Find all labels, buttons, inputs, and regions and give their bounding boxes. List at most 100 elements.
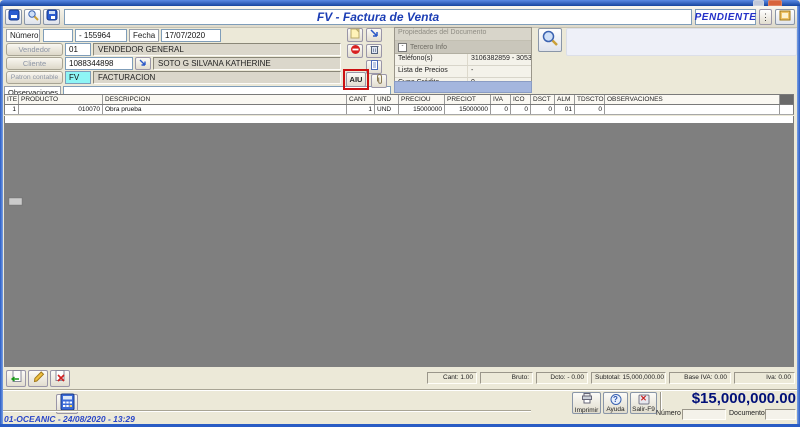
property-row: Teléfono(s) 3106382859 - 3053659770 — [395, 54, 531, 66]
edit-item-button[interactable] — [28, 370, 48, 387]
items-table-header: ITE PRODUCTO DESCRIPCION CANT UND PRECIO… — [4, 94, 794, 105]
salir-button[interactable]: ✕ Salir-F9 — [630, 392, 657, 414]
aiu-button[interactable]: AIU — [346, 72, 366, 87]
cell-und: UND — [375, 105, 399, 114]
imprimir-button[interactable]: Imprimir — [572, 392, 601, 414]
empty-table-row — [4, 116, 794, 123]
footer-numero-field[interactable] — [682, 409, 726, 420]
cell-cant: 1 — [347, 105, 375, 114]
import-page-icon — [9, 369, 23, 388]
cliente-lookup-button[interactable] — [135, 57, 151, 70]
col-descripcion: DESCRIPCION — [103, 95, 347, 104]
more-options-button[interactable]: ⋮ — [759, 9, 772, 25]
cliente-button[interactable]: Cliente — [6, 57, 63, 70]
numero-label: Número — [6, 29, 40, 42]
cell-preciou: 15000000 — [399, 105, 445, 114]
save-button[interactable] — [43, 9, 60, 25]
tercero-info-label: Tercero Info — [410, 44, 447, 51]
info-panel — [566, 28, 797, 56]
picture-icon — [779, 8, 791, 26]
arrow-down-right-icon — [138, 55, 148, 73]
footer-documento-field[interactable] — [765, 409, 796, 420]
note-button[interactable] — [347, 28, 363, 42]
cliente-name-field: SOTO G SILVANA KATHERINE — [153, 57, 341, 70]
delete-item-button[interactable] — [50, 370, 70, 387]
vendedor-name-field: VENDEDOR GENERAL — [93, 43, 341, 56]
cell-dsct: 0 — [531, 105, 555, 114]
page-title: FV - Factura de Venta — [317, 10, 439, 24]
property-row: Lista de Precios - — [395, 66, 531, 78]
cell-iva: 0 — [491, 105, 511, 114]
insert-item-button[interactable] — [6, 370, 26, 387]
telefono-label: Teléfono(s) — [395, 54, 468, 65]
vendedor-button[interactable]: Vendedor — [6, 43, 63, 56]
ayuda-label: Ayuda — [606, 406, 624, 413]
delete-row-button[interactable] — [366, 44, 382, 58]
col-ico: ICO — [511, 95, 531, 104]
footer-documento-label: Documento — [729, 410, 765, 417]
col-observaciones: OBSERVACIONES — [605, 95, 780, 104]
col-cant: CANT — [347, 95, 375, 104]
printer-icon — [580, 393, 594, 406]
save-icon — [46, 8, 58, 26]
exit-icon: ✕ — [638, 394, 650, 405]
total-cant: Cant: 1.00 — [427, 372, 477, 384]
document-search-button[interactable] — [538, 28, 562, 52]
col-preciot: PRECIOT — [445, 95, 491, 104]
document-title-bar: FV - Factura de Venta — [64, 9, 692, 25]
col-ite: ITE — [5, 95, 19, 104]
screen-artifact — [8, 197, 23, 206]
total-base-iva: Base IVA: 0.00 — [669, 372, 731, 384]
salir-label: Salir-F9 — [632, 406, 655, 413]
corner-tool-button[interactable] — [775, 9, 795, 25]
properties-header: Propiedades del Documento — [395, 28, 531, 41]
patron-code-input[interactable]: FV — [65, 71, 91, 84]
total-subtotal: Subtotal: 15,000,000.00 — [591, 372, 666, 384]
numero-prefix-input[interactable] — [43, 29, 73, 42]
import-row-button[interactable] — [366, 28, 382, 42]
grand-total: $15,000,000.00 — [660, 390, 796, 407]
pencil-icon — [32, 370, 45, 388]
cell-ico: 0 — [511, 105, 531, 114]
numero-input[interactable]: - 155964 — [75, 29, 127, 42]
vendedor-code-input[interactable]: 01 — [65, 43, 91, 56]
imprimir-label: Imprimir — [575, 407, 598, 414]
attach-button[interactable] — [371, 74, 387, 88]
search-button[interactable] — [24, 9, 41, 25]
table-row[interactable]: 1 010070 Obra prueba 1 UND 15000000 1500… — [4, 105, 794, 115]
properties-footer-strip — [394, 81, 532, 93]
patron-contable-button[interactable]: Patron contable — [6, 71, 63, 84]
lista-precios-label: Lista de Precios — [395, 66, 468, 77]
block-button[interactable] — [347, 44, 363, 58]
magnifier-icon — [541, 29, 559, 52]
new-document-icon — [8, 8, 20, 26]
collapse-icon[interactable]: - — [398, 43, 407, 52]
lista-precios-value: - — [468, 66, 531, 77]
table-scrollbar[interactable] — [780, 95, 793, 104]
new-document-button[interactable] — [5, 9, 22, 25]
cell-preciot: 15000000 — [445, 105, 491, 114]
col-preciou: PRECIOU — [399, 95, 445, 104]
footer-numero-label: Número — [656, 410, 681, 417]
fecha-label: Fecha — [129, 29, 159, 42]
table-empty-area — [4, 123, 794, 367]
col-producto: PRODUCTO — [19, 95, 103, 104]
cell-descripcion: Obra prueba — [103, 105, 347, 114]
cell-tdscto: 0 — [575, 105, 605, 114]
col-alm: ALM — [555, 95, 575, 104]
col-iva: IVA — [491, 95, 511, 104]
col-dsct: DSCT — [531, 95, 555, 104]
fecha-input[interactable]: 17/07/2020 — [161, 29, 221, 42]
status-bar-text: 01-OCEANIC - 24/08/2020 - 13:29 — [4, 414, 135, 424]
paperclip-icon — [374, 72, 385, 90]
total-dcto: Dcto: - 0.00 — [536, 372, 588, 384]
app-window: FV - Factura de Venta PENDIENTE ⋮ Número… — [0, 0, 800, 427]
calculator-icon — [59, 393, 76, 416]
document-properties-panel: Propiedades del Documento - Tercero Info… — [394, 27, 532, 81]
ayuda-button[interactable]: ? Ayuda — [603, 392, 628, 414]
row-scroll-gutter — [780, 105, 793, 114]
cliente-code-input[interactable]: 1088344898 — [65, 57, 133, 70]
tercero-info-group[interactable]: - Tercero Info — [395, 41, 531, 54]
help-icon: ? — [610, 394, 622, 405]
window-edge-left — [0, 6, 3, 427]
